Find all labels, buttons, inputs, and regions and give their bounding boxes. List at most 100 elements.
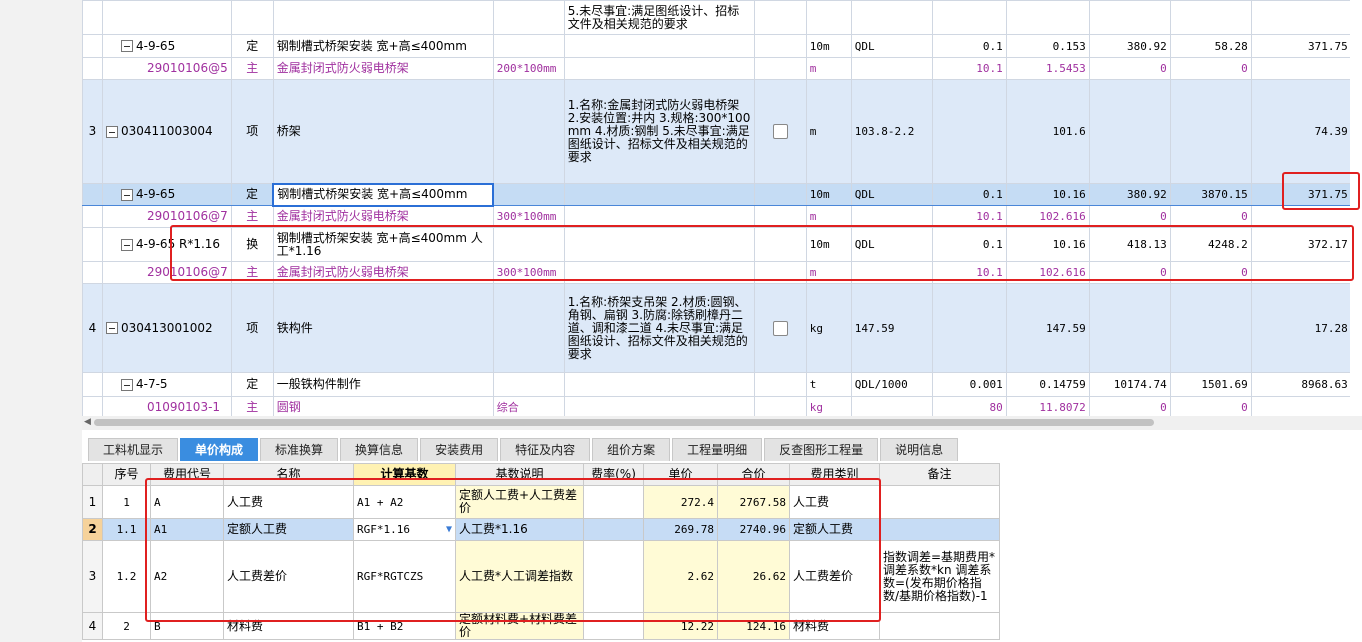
feature-desc-cell[interactable] bbox=[563, 34, 755, 58]
feature-desc-cell[interactable]: 5.未尽事宜:满足图纸设计、招标文件及相关规范的要求 bbox=[563, 0, 755, 35]
spec-cell[interactable] bbox=[492, 0, 565, 35]
column-header[interactable]: 序号 bbox=[102, 463, 151, 486]
quantity-cell[interactable]: 10.16 bbox=[1005, 227, 1090, 262]
spec-cell[interactable]: 200*100mm bbox=[492, 57, 565, 80]
spec-cell[interactable] bbox=[492, 372, 565, 397]
feature-desc-cell[interactable] bbox=[563, 227, 755, 262]
code-cell[interactable]: 030411003004 bbox=[102, 79, 232, 184]
code-cell[interactable]: 4-9-65 bbox=[102, 34, 232, 58]
checkbox-cell[interactable] bbox=[753, 372, 807, 397]
quota-row[interactable]: 4-7-5 定一般铁构件制作 t QDL/1000 0.001 0.14759 10174.… bbox=[82, 372, 1352, 397]
fee-name-cell[interactable]: 人工费差价 bbox=[223, 540, 354, 613]
name-cell[interactable]: 金属封闭式防火弱电桥架 bbox=[272, 57, 494, 80]
rate-cell[interactable] bbox=[583, 485, 644, 519]
fee-code-cell[interactable]: B bbox=[150, 612, 224, 640]
code-cell[interactable]: 4-9-65 R*1.16 bbox=[102, 227, 232, 262]
spec-cell[interactable]: 300*100mm bbox=[492, 261, 565, 284]
column-header[interactable]: 计算基数 bbox=[353, 463, 456, 486]
unit-cell[interactable]: m bbox=[805, 57, 852, 80]
price-row[interactable]: 1 1 A 人工费 A1 + A2 定额人工费+人工费差价 272.4 2767.58 人工费 bbox=[82, 485, 1000, 519]
right-scrollbar[interactable] bbox=[1350, 0, 1362, 416]
column-header[interactable]: 费率(%) bbox=[583, 463, 644, 486]
collapse-icon[interactable] bbox=[121, 40, 133, 52]
feature-desc-cell[interactable] bbox=[563, 183, 755, 206]
checkbox-cell[interactable] bbox=[753, 396, 807, 416]
quota-row[interactable]: 29010106@7 主金属封闭式防火弱电桥架 300*100mm m 10.1 102.… bbox=[82, 261, 1352, 284]
name-cell[interactable]: 钢制槽式桥架安装 宽+高≤400mm bbox=[272, 182, 495, 207]
tab-2[interactable]: 单价构成 bbox=[180, 438, 259, 461]
column-header[interactable]: 费用类别 bbox=[789, 463, 880, 486]
checkbox-cell[interactable] bbox=[753, 0, 807, 35]
fee-category-cell[interactable]: 材料费 bbox=[789, 612, 880, 640]
name-cell[interactable]: 圆钢 bbox=[272, 396, 494, 416]
column-header[interactable]: 单价 bbox=[643, 463, 718, 486]
fee-name-cell[interactable]: 定额人工费 bbox=[223, 518, 354, 541]
quota-row[interactable]: 01090103-1 主圆钢 综合 kg 80 11.8072 0 0 bbox=[82, 396, 1352, 416]
spec-cell[interactable] bbox=[492, 79, 565, 184]
collapse-icon[interactable] bbox=[121, 378, 133, 391]
code-cell[interactable]: 030413001002 bbox=[102, 283, 232, 373]
unit-cell[interactable]: 10m bbox=[805, 183, 852, 206]
dropdown-arrow-icon[interactable]: ▼ bbox=[446, 523, 452, 536]
checkbox-cell[interactable] bbox=[753, 34, 807, 58]
note-cell[interactable]: 指数调差=基期费用*调差系数*kn 调差系数=(发布期价格指数/基期价格指数)-… bbox=[879, 540, 1000, 613]
feature-desc-cell[interactable] bbox=[563, 57, 755, 80]
checkbox-cell[interactable] bbox=[753, 261, 807, 284]
name-cell[interactable]: 铁构件 bbox=[272, 283, 494, 373]
lock-checkbox[interactable] bbox=[772, 320, 788, 336]
checkbox-cell[interactable] bbox=[753, 205, 807, 228]
content-cell[interactable]: 10.1 bbox=[931, 205, 1007, 228]
quantity-expr-cell[interactable]: 147.59 bbox=[850, 283, 933, 373]
note-cell[interactable] bbox=[879, 518, 1000, 541]
name-cell[interactable]: 金属封闭式防火弱电桥架 bbox=[272, 261, 494, 284]
feature-desc-cell[interactable]: 1.名称:金属封闭式防火弱电桥架 2.安装位置:井内 3.规格:300*100m… bbox=[563, 79, 755, 184]
checkbox-cell[interactable] bbox=[753, 79, 807, 184]
unit-cell[interactable]: m bbox=[805, 261, 852, 284]
checkbox-cell[interactable] bbox=[753, 57, 807, 80]
code-cell[interactable] bbox=[102, 0, 232, 35]
feature-desc-cell[interactable] bbox=[563, 261, 755, 284]
tab-10[interactable]: 说明信息 bbox=[880, 438, 959, 461]
content-cell[interactable] bbox=[931, 283, 1007, 373]
collapse-icon[interactable] bbox=[121, 238, 133, 251]
quantity-expr-cell[interactable] bbox=[850, 205, 933, 228]
name-cell[interactable]: 钢制槽式桥架安装 宽+高≤400mm 人工*1.16 bbox=[272, 227, 494, 262]
content-cell[interactable]: 0.1 bbox=[931, 34, 1007, 58]
quantity-cell[interactable]: 147.59 bbox=[1005, 283, 1090, 373]
name-cell[interactable]: 钢制槽式桥架安装 宽+高≤400mm bbox=[272, 34, 494, 58]
quantity-cell[interactable]: 11.8072 bbox=[1005, 396, 1090, 416]
content-cell[interactable]: 0.001 bbox=[931, 372, 1007, 397]
scrollbar-thumb[interactable] bbox=[94, 419, 1154, 426]
spec-cell[interactable] bbox=[492, 34, 565, 58]
fee-code-cell[interactable]: A2 bbox=[150, 540, 224, 613]
spec-cell[interactable] bbox=[492, 283, 565, 373]
content-cell[interactable]: 10.1 bbox=[931, 261, 1007, 284]
tab-4[interactable]: 换算信息 bbox=[340, 438, 419, 461]
quantity-expr-cell[interactable] bbox=[850, 0, 933, 35]
name-cell[interactable] bbox=[272, 0, 494, 35]
unit-cell[interactable]: t bbox=[805, 372, 852, 397]
quantity-cell[interactable]: 102.616 bbox=[1005, 261, 1090, 284]
unit-cell[interactable]: 10m bbox=[805, 227, 852, 262]
quantity-cell[interactable] bbox=[1005, 0, 1090, 35]
content-cell[interactable]: 80 bbox=[931, 396, 1007, 416]
column-header[interactable]: 备注 bbox=[879, 463, 1000, 486]
unit-cell[interactable]: 10m bbox=[805, 34, 852, 58]
scroll-left-icon[interactable]: ◀ bbox=[84, 417, 91, 427]
note-cell[interactable] bbox=[879, 612, 1000, 640]
quota-row[interactable]: 29010106@5 主金属封闭式防火弱电桥架 200*100mm m 10.1 1.54… bbox=[82, 57, 1352, 80]
fee-name-cell[interactable]: 材料费 bbox=[223, 612, 354, 640]
collapse-icon[interactable] bbox=[106, 125, 118, 138]
fee-category-cell[interactable]: 定额人工费 bbox=[789, 518, 880, 541]
content-cell[interactable]: 10.1 bbox=[931, 57, 1007, 80]
tab-6[interactable]: 特征及内容 bbox=[500, 438, 591, 461]
quota-row[interactable]: 4 030413001002 项铁构件 1.名称:桥架支吊架 2.材质:圆钢、角钢、扁… bbox=[82, 283, 1352, 373]
feature-desc-cell[interactable]: 1.名称:桥架支吊架 2.材质:圆钢、角钢、扁钢 3.防腐:除锈刷樟丹二道、调和… bbox=[563, 283, 755, 373]
collapse-icon[interactable] bbox=[121, 188, 133, 201]
quantity-expr-cell[interactable]: QDL bbox=[850, 227, 933, 262]
horizontal-scrollbar[interactable]: ◀ bbox=[82, 416, 1362, 430]
code-cell[interactable]: 4-9-65 bbox=[102, 183, 232, 206]
column-header[interactable]: 名称 bbox=[223, 463, 354, 486]
quota-row[interactable]: 4-9-65 定钢制槽式桥架安装 宽+高≤400mm 10m QDL 0.1 0.153 3… bbox=[82, 34, 1352, 58]
fee-category-cell[interactable]: 人工费 bbox=[789, 485, 880, 519]
